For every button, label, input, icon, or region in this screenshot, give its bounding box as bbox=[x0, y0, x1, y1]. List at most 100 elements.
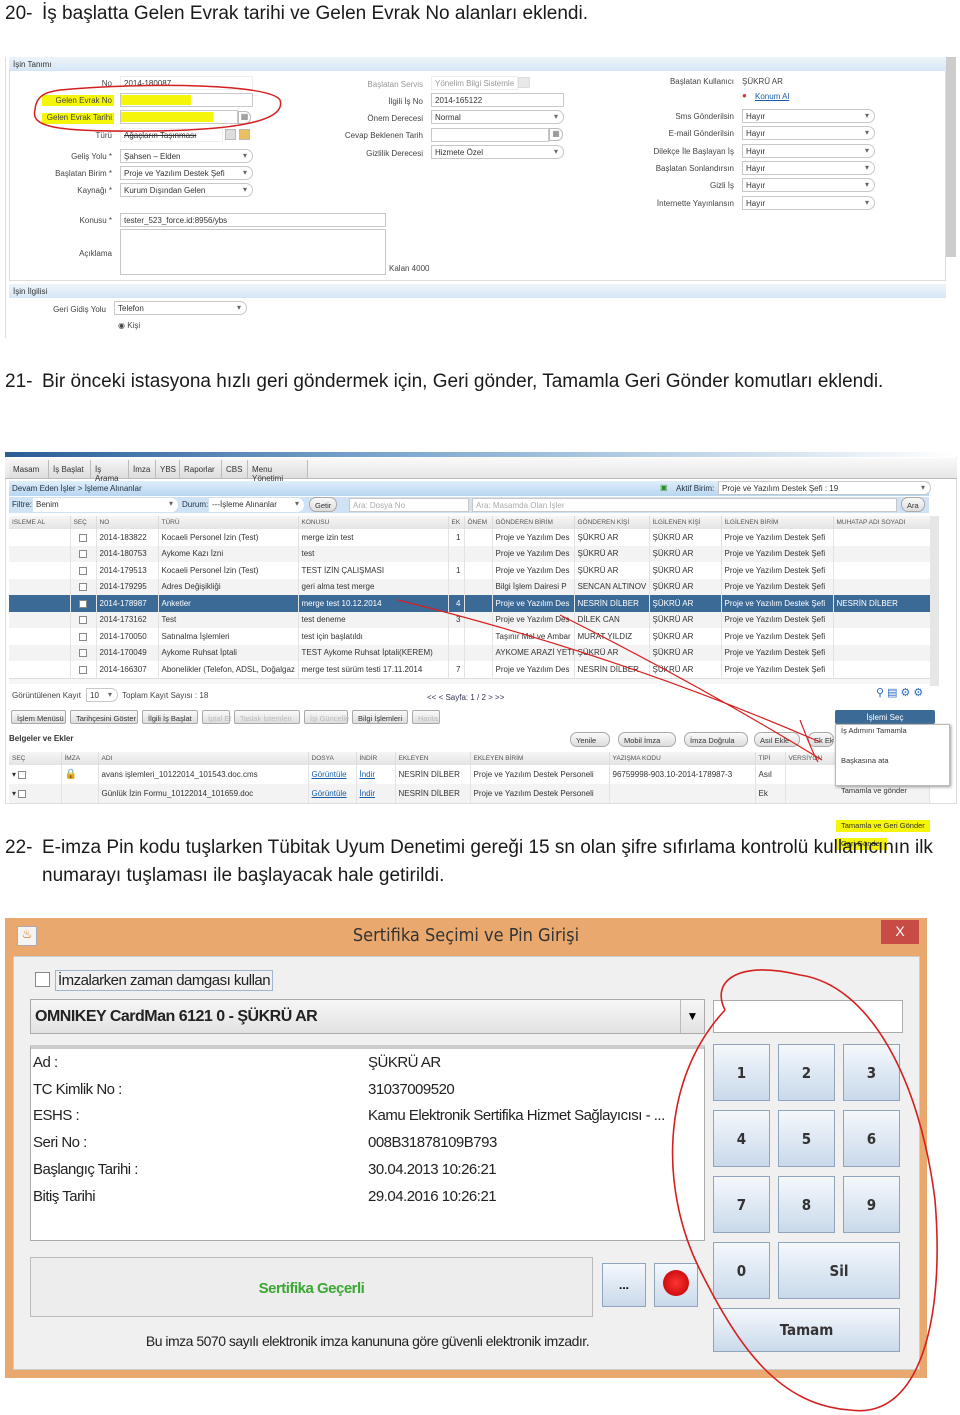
column-header[interactable]: İLGİLENEN KİŞİ bbox=[649, 516, 722, 529]
menu-item[interactable]: Tamamla ve gönder bbox=[836, 785, 949, 797]
column-header[interactable]: EK bbox=[448, 516, 465, 529]
konusu-input[interactable]: tester_523_force.id:8956/ybs bbox=[120, 213, 386, 227]
geri-gidis-yolu-select[interactable]: Telefon bbox=[114, 301, 247, 315]
excel-icon[interactable]: ▤ bbox=[887, 687, 900, 699]
tamam-button[interactable]: Tamam bbox=[713, 1308, 900, 1352]
doc-button[interactable]: İmza Doğrula bbox=[684, 732, 748, 747]
action-button[interactable]: Taslak İstemlen bbox=[234, 710, 300, 724]
pin-key[interactable]: 2 bbox=[778, 1044, 835, 1101]
filtre-select[interactable]: Benim bbox=[33, 498, 178, 512]
menu-item[interactable]: Tamamla ve Geri Gönder bbox=[836, 820, 930, 832]
nav-tab[interactable]: Masam bbox=[9, 460, 49, 478]
column-header[interactable]: YAZIŞMA KODU bbox=[609, 752, 756, 765]
pin-key[interactable]: 6 bbox=[843, 1110, 900, 1167]
pin-key[interactable]: 3 bbox=[843, 1044, 900, 1101]
timestamp-checkbox[interactable] bbox=[35, 972, 50, 987]
indir-link[interactable]: İndir bbox=[360, 770, 376, 779]
row-checkbox[interactable] bbox=[79, 665, 87, 674]
browse-button[interactable]: ... bbox=[602, 1263, 646, 1307]
nav-tab[interactable]: Raporlar bbox=[180, 460, 222, 478]
gelis-yolu-select[interactable]: Şahsen – Elden bbox=[120, 149, 253, 163]
document-row[interactable]: ▾ Günlük İzin Formu_10122014_101659.doc G… bbox=[9, 784, 930, 803]
notification-icon[interactable]: ▣ bbox=[660, 483, 668, 492]
row-checkbox[interactable] bbox=[79, 566, 87, 575]
cevap-tarih-input[interactable] bbox=[431, 128, 549, 142]
goruntule-link[interactable]: Görüntüle bbox=[312, 789, 347, 798]
doc-checkbox[interactable] bbox=[18, 770, 27, 779]
table-scrollbar[interactable] bbox=[930, 516, 939, 686]
table-row[interactable]: 2014-166307 Abonelikler (Telefon, ADSL, D… bbox=[9, 661, 931, 678]
pagination[interactable]: << < Sayfa: 1 / 2 > >> bbox=[427, 693, 504, 702]
settings-icon[interactable]: ⚙ bbox=[900, 687, 913, 699]
column-header[interactable]: EKLEYEN bbox=[395, 752, 471, 765]
pin-key[interactable]: 7 bbox=[713, 1176, 770, 1233]
column-header[interactable]: TÜRÜ bbox=[158, 516, 299, 529]
table-row[interactable]: 2014-173162 Test test deneme 3 Proje ve Yazı… bbox=[9, 611, 931, 628]
column-header[interactable]: KONUSU bbox=[298, 516, 449, 529]
kisi-radio[interactable]: ◉ Kişi bbox=[118, 321, 140, 330]
row-checkbox[interactable] bbox=[79, 583, 87, 592]
column-header[interactable]: ÖNEM bbox=[464, 516, 493, 529]
table-row[interactable]: 2014-179295 Adres Değişikliği geri alma te… bbox=[9, 578, 931, 595]
column-header[interactable]: DOSYA bbox=[308, 752, 357, 765]
column-header[interactable]: GÖNDEREN KİŞİ bbox=[574, 516, 650, 529]
close-button[interactable]: X bbox=[881, 920, 919, 944]
sign-button[interactable] bbox=[654, 1263, 698, 1307]
flag-select[interactable]: Hayır bbox=[742, 178, 875, 193]
dosya-no-search[interactable]: Ara: Dosya No bbox=[349, 498, 469, 512]
scrollbar[interactable] bbox=[946, 57, 956, 257]
nav-tab[interactable]: CBS bbox=[222, 460, 248, 478]
sil-button[interactable]: Sil bbox=[778, 1242, 900, 1299]
chevron-down-icon[interactable]: ▼ bbox=[680, 1000, 704, 1033]
pin-input[interactable] bbox=[713, 1000, 903, 1033]
flag-select[interactable]: Hayır bbox=[742, 195, 875, 210]
flag-select[interactable]: Hayır bbox=[742, 109, 875, 123]
column-header[interactable]: SEÇ bbox=[9, 752, 62, 765]
action-button[interactable]: Bilgi İşlemleri bbox=[352, 710, 408, 724]
pin-key[interactable]: 5 bbox=[778, 1110, 835, 1167]
clear-button[interactable] bbox=[225, 129, 236, 140]
table-row[interactable]: 2014-179513 Kocaeli Personel İzin (Test) T… bbox=[9, 562, 931, 579]
kaynagi-select[interactable]: Kurum Dışından Gelen bbox=[120, 183, 253, 197]
onem-select[interactable]: Normal bbox=[431, 110, 564, 124]
action-button[interactable]: Harita bbox=[412, 710, 440, 724]
pin-key[interactable]: 1 bbox=[713, 1044, 770, 1101]
row-checkbox[interactable] bbox=[79, 533, 87, 542]
action-button[interactable]: Tarihçesini Göster bbox=[70, 710, 138, 724]
pin-key[interactable]: 0 bbox=[713, 1242, 770, 1299]
nav-tab[interactable]: İş Arama bbox=[91, 460, 129, 483]
table-row[interactable]: 2014-183822 Kocaeli Personel İzin (Test) m… bbox=[9, 529, 931, 546]
row-checkbox[interactable] bbox=[79, 599, 87, 608]
pin-key[interactable]: 8 bbox=[778, 1176, 835, 1233]
menu-item[interactable]: Başkasına ata bbox=[836, 755, 949, 767]
nav-tab[interactable]: YBS bbox=[156, 460, 180, 478]
masam-search[interactable]: Ara: Masamda Olan İşler bbox=[472, 498, 897, 512]
islemi-sec-button[interactable]: İşlemi Seç bbox=[835, 710, 935, 724]
doc-button[interactable]: Asıl Ekle bbox=[754, 732, 800, 747]
aciklama-textarea[interactable] bbox=[120, 229, 386, 275]
doc-button[interactable]: Mobil İmza bbox=[618, 732, 676, 747]
action-button[interactable]: İlgili İş Başlat bbox=[142, 710, 198, 724]
calendar-icon[interactable]: ▦ bbox=[549, 128, 563, 141]
table-row[interactable]: 2014-178987 Anketler merge test 10.12.2014… bbox=[9, 595, 931, 612]
getir-button[interactable]: Getir bbox=[309, 497, 338, 512]
action-button[interactable]: İşi Güncelle bbox=[304, 710, 349, 724]
doc-button[interactable]: Ek Ekle bbox=[808, 732, 834, 747]
column-header[interactable]: ISLEME AL bbox=[9, 516, 71, 529]
table-row[interactable]: 2014-180753 Aykome Kazı İzni test Proje ve … bbox=[9, 545, 931, 562]
column-header[interactable]: NO bbox=[96, 516, 159, 529]
doc-checkbox[interactable] bbox=[18, 789, 27, 798]
flag-select[interactable]: Hayır bbox=[742, 143, 875, 158]
flag-select[interactable]: Hayır bbox=[742, 126, 875, 141]
row-checkbox[interactable] bbox=[79, 616, 87, 625]
nav-tab[interactable]: İmza bbox=[129, 460, 156, 478]
settings-alt-icon[interactable]: ⚙ bbox=[913, 687, 926, 699]
search-icon[interactable]: ⚲ bbox=[876, 687, 887, 699]
doc-button[interactable]: Yenile bbox=[570, 732, 610, 747]
durum-select[interactable]: ---İşleme Alınanlar bbox=[209, 498, 304, 512]
column-header[interactable]: SEÇ bbox=[70, 516, 97, 529]
panel-header-isin-ilgilisi[interactable]: İşin İlgilisi bbox=[9, 284, 946, 298]
panel-header-isin-tanimi[interactable]: İşin Tanımı bbox=[9, 57, 946, 71]
column-header[interactable]: EKLEYEN BİRİM bbox=[470, 752, 610, 765]
action-button[interactable]: İptal Et bbox=[202, 710, 231, 724]
